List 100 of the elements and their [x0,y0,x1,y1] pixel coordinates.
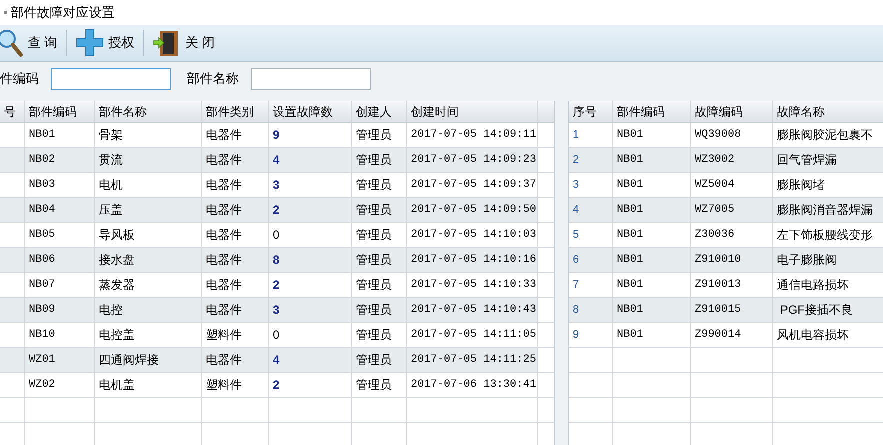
table-cell: 膨胀阀堵 [773,173,883,197]
table-row[interactable]: WZ01 四通阀焊接 电器件 4 管理员 2017-07-05 14:11:25 [0,348,554,373]
table-row[interactable]: 9 NB01 Z990014 风机电容损坏 [569,323,883,348]
table-cell: 8 [569,298,613,322]
column-header: 序号 [569,101,613,122]
table-row[interactable]: 3 NB01 WZ5004 膨胀阀堵 [569,173,883,198]
column-header: 号 [0,101,25,122]
table-cell: 蒸发器 [95,273,202,297]
table-cell: Z990014 [691,323,773,347]
toolbar-button[interactable]: 查 询 [0,26,62,60]
table-cell: NB01 [25,123,95,147]
table-row[interactable]: WZ02 电机盖 塑料件 2 管理员 2017-07-06 13:30:41 [0,373,554,398]
plus-icon [74,28,105,58]
table-cell: 3 [269,173,352,197]
column-header: 设置故障数 [269,101,352,122]
table-row[interactable]: 1 NB01 WQ39008 膨胀阀胶泥包裹不 [569,123,883,148]
table-cell: 接水盘 [95,248,202,272]
table-cell: 电器件 [202,298,269,322]
table-cell: 电机盖 [95,373,202,397]
table-cell: 5 [569,223,613,247]
table-cell: 4 [269,148,352,172]
text-field[interactable] [51,68,171,90]
table-cell: 2 [269,273,352,297]
table-cell: 2 [269,198,352,222]
table-cell: 左下饰板腰线变形 [773,223,883,247]
table-cell: 管理员 [352,273,407,297]
table-cell: NB01 [613,173,691,197]
table-cell: 回气管焊漏 [773,148,883,172]
table-cell: 管理员 [352,373,407,397]
table-cell: WQ39008 [691,123,773,147]
table-row[interactable]: 8 NB01 Z910015 PGF接插不良 [569,298,883,323]
table-row[interactable]: NB04 压盖 电器件 2 管理员 2017-07-05 14:09:50 [0,198,554,223]
table-cell: 1 [569,123,613,147]
table-cell: 电控盖 [95,323,202,347]
table-row[interactable]: 6 NB01 Z910010 电子膨胀阀 [569,248,883,273]
column-header: 故障编码 [691,101,773,122]
field-label: 部件名称 [187,70,239,88]
table-cell: 骨架 [95,123,202,147]
column-header: 故障名称 [773,101,883,122]
table-row[interactable]: NB06 接水盘 电器件 8 管理员 2017-07-05 14:10:16 [0,248,554,273]
table-cell: NB01 [613,248,691,272]
table-row[interactable]: NB10 电控盖 塑料件 0 管理员 2017-07-05 14:11:05 [0,323,554,348]
table-cell: 管理员 [352,148,407,172]
table-cell: NB01 [613,198,691,222]
table-cell: NB06 [25,248,95,272]
table-cell: NB07 [25,273,95,297]
column-header: 创建时间 [407,101,538,122]
table-cell: 电器件 [202,223,269,247]
toolbar-button[interactable]: 关 闭 [148,26,220,60]
table-cell: 电器件 [202,273,269,297]
table-cell: 塑料件 [202,373,269,397]
table-cell: 膨胀阀胶泥包裹不 [773,123,883,147]
table-cell: 管理员 [352,173,407,197]
text-field[interactable] [251,68,371,90]
table-cell: 塑料件 [202,323,269,347]
table-cell: 贯流 [95,148,202,172]
column-header: 部件类别 [202,101,269,122]
table-cell: NB10 [25,323,95,347]
table-cell: NB09 [25,298,95,322]
table-cell: NB03 [25,173,95,197]
table-row[interactable]: NB09 电控 电器件 3 管理员 2017-07-05 14:10:43 [0,298,554,323]
table-row[interactable]: 5 NB01 Z30036 左下饰板腰线变形 [569,223,883,248]
table-cell: WZ3002 [691,148,773,172]
table-cell: 压盖 [95,198,202,222]
table-cell: 4 [569,198,613,222]
table-row[interactable]: NB05 导风板 电器件 0 管理员 2017-07-05 14:10:03 [0,223,554,248]
table-row[interactable]: 4 NB01 WZ7005 膨胀阀消音器焊漏 [569,198,883,223]
table-cell: 3 [269,298,352,322]
column-header: 创建人 [352,101,407,122]
table-cell: 0 [269,223,352,247]
table-cell: 3 [569,173,613,197]
table-cell: NB01 [613,148,691,172]
table-cell: 电器件 [202,148,269,172]
table-cell: 管理员 [352,123,407,147]
table-cell: 电器件 [202,248,269,272]
table-cell: 管理员 [352,198,407,222]
table-cell: 2 [269,373,352,397]
table-row[interactable]: 2 NB01 WZ3002 回气管焊漏 [569,148,883,173]
table-cell: PGF接插不良 [773,298,883,322]
table-cell: 导风板 [95,223,202,247]
field-label: 件编码 [0,70,39,88]
table-cell: WZ7005 [691,198,773,222]
table-cell: 管理员 [352,298,407,322]
table-cell: 电控 [95,298,202,322]
table-row[interactable]: NB01 骨架 电器件 9 管理员 2017-07-05 14:09:11 [0,123,554,148]
table-cell: Z30036 [691,223,773,247]
table-cell: NB01 [613,223,691,247]
column-header: 部件名称 [95,101,202,122]
table-row[interactable]: NB02 贯流 电器件 4 管理员 2017-07-05 14:09:23 [0,148,554,173]
table-cell: 2 [569,148,613,172]
magnifier-icon [0,28,24,58]
table-row[interactable]: NB07 蒸发器 电器件 2 管理员 2017-07-05 14:10:33 [0,273,554,298]
table-cell: 4 [269,348,352,372]
table-cell: 电器件 [202,123,269,147]
table-row[interactable]: NB03 电机 电器件 3 管理员 2017-07-05 14:09:37 [0,173,554,198]
toolbar-button[interactable]: 授权 [70,26,139,60]
table-cell: 9 [569,323,613,347]
table-cell: NB04 [25,198,95,222]
table-cell: 8 [269,248,352,272]
table-row[interactable]: 7 NB01 Z910013 通信电路损坏 [569,273,883,298]
